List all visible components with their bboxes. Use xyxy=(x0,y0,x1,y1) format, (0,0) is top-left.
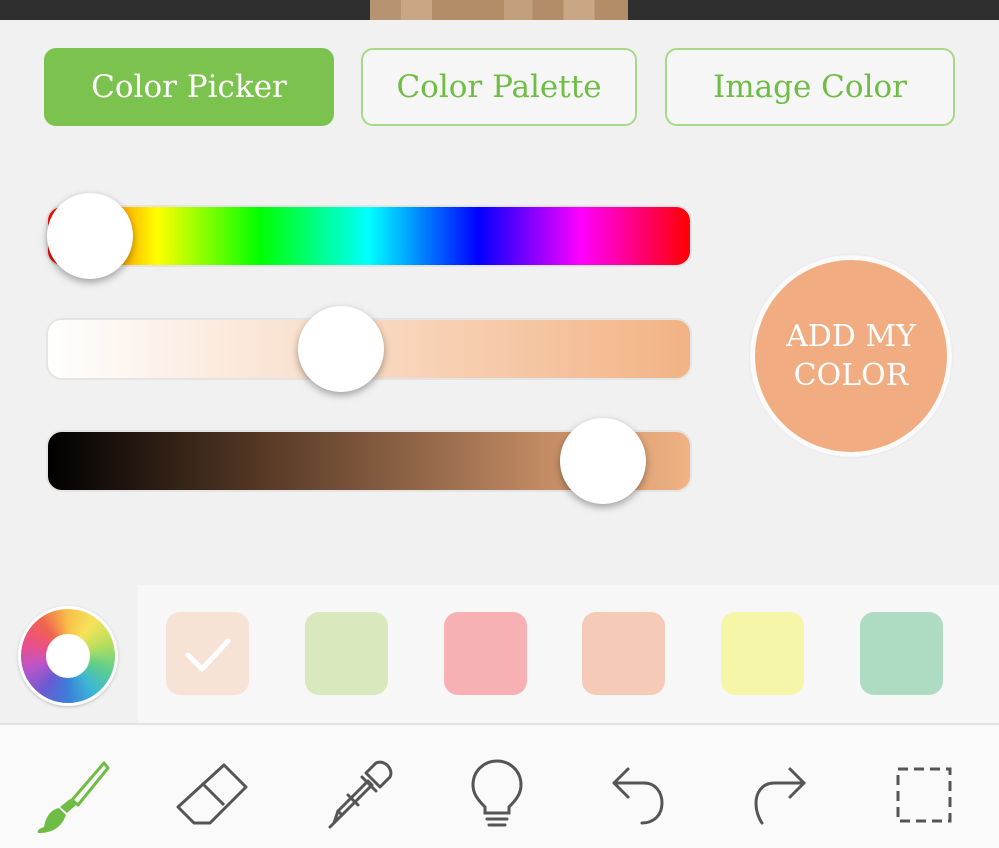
add-button-label-line1: ADD MY xyxy=(786,319,916,354)
eraser-tool-button[interactable] xyxy=(172,755,252,835)
checkmark-icon xyxy=(185,638,230,671)
brush-tool-button[interactable] xyxy=(32,755,112,835)
saturation-slider-handle[interactable] xyxy=(298,306,385,392)
tab-color-picker[interactable]: Color Picker xyxy=(44,48,334,126)
color-swatch[interactable] xyxy=(582,612,665,695)
select-area-button[interactable] xyxy=(884,755,964,835)
hue-slider[interactable] xyxy=(46,193,692,279)
bottom-toolbar xyxy=(0,723,999,848)
add-my-color-button[interactable]: ADD MY COLOR xyxy=(750,255,952,457)
redo-icon xyxy=(754,767,806,825)
color-swatch[interactable] xyxy=(305,612,388,695)
add-button-label-line2: COLOR xyxy=(793,358,909,393)
hue-slider-handle[interactable] xyxy=(47,193,133,279)
tab-color-palette[interactable]: Color Palette xyxy=(361,48,637,126)
lightbulb-icon xyxy=(471,759,523,827)
eraser-icon xyxy=(176,763,248,825)
undo-button[interactable] xyxy=(598,755,678,835)
tab-image-color[interactable]: Image Color xyxy=(665,48,955,126)
color-swatch[interactable] xyxy=(444,612,527,695)
color-swatch[interactable] xyxy=(721,612,804,695)
select-area-icon xyxy=(896,767,952,823)
hint-tool-button[interactable] xyxy=(457,755,537,835)
color-wheel-icon[interactable] xyxy=(18,606,118,706)
undo-icon xyxy=(612,767,664,825)
brightness-slider[interactable] xyxy=(46,418,692,504)
eyedropper-tool-button[interactable] xyxy=(318,755,398,835)
saturation-slider[interactable] xyxy=(46,306,692,392)
brush-icon xyxy=(37,761,110,833)
redo-button[interactable] xyxy=(740,755,820,835)
brightness-slider-handle[interactable] xyxy=(560,418,647,504)
color-swatch[interactable] xyxy=(166,612,249,695)
eyedropper-icon xyxy=(328,760,393,829)
top-bar xyxy=(0,0,999,20)
image-thumbnail xyxy=(370,0,628,20)
color-swatch[interactable] xyxy=(860,612,943,695)
